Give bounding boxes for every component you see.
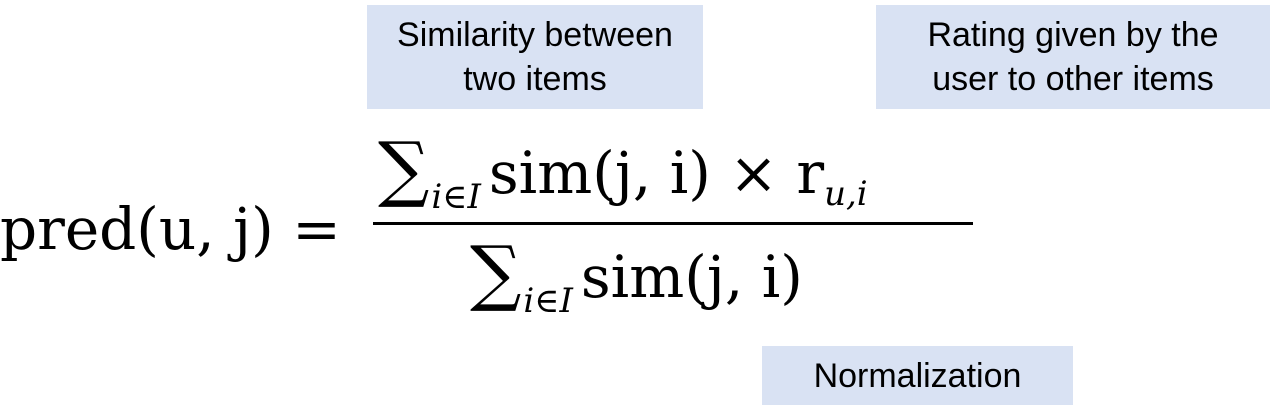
denominator-term: sim(j, i) xyxy=(580,243,803,311)
denominator-sum-symbol: ∑ xyxy=(470,230,522,314)
formula-lhs: pred(u, j) = xyxy=(0,195,341,263)
rating-annotation-line1: Rating given by the xyxy=(927,16,1219,54)
formula-numerator: ∑i∈I sim(j, i) × ru,i xyxy=(378,128,868,237)
fraction-bar xyxy=(373,222,973,225)
normalization-annotation: Normalization xyxy=(762,346,1073,405)
denominator-sum-index: i∈I xyxy=(523,281,573,322)
similarity-annotation-line1: Similarity between xyxy=(397,16,673,54)
rating-annotation-line2: user to other items xyxy=(932,60,1214,98)
numerator-sum-symbol: ∑ xyxy=(378,126,430,210)
similarity-annotation: Similarity between two items xyxy=(367,5,703,109)
similarity-annotation-line2: two items xyxy=(463,60,607,98)
numerator-sum-index: i∈I xyxy=(431,177,481,218)
formula-denominator: ∑i∈I sim(j, i) xyxy=(470,232,803,341)
rating-annotation: Rating given by the user to other items xyxy=(876,5,1270,109)
normalization-annotation-label: Normalization xyxy=(813,356,1022,395)
numerator-term: sim(j, i) × r xyxy=(488,139,825,207)
